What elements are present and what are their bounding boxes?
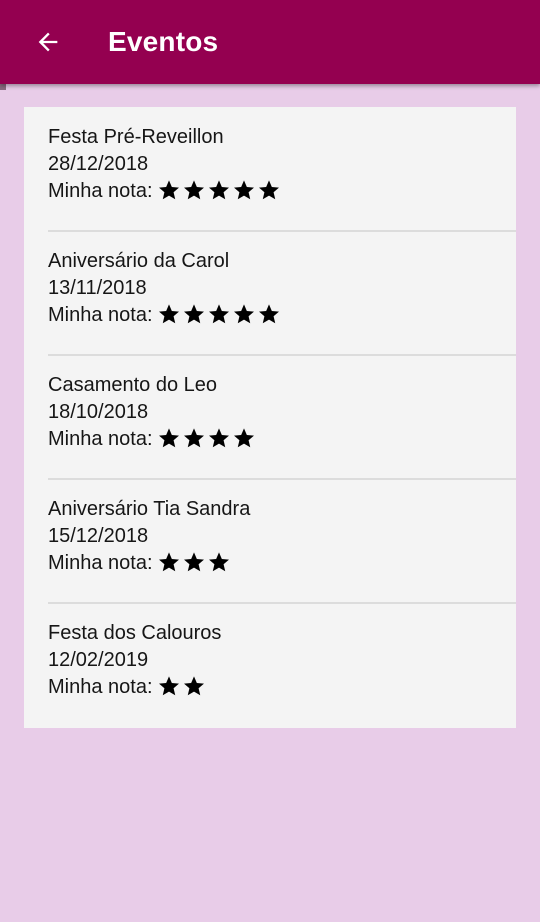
star-icon <box>208 551 230 573</box>
event-list-item[interactable]: Festa dos Calouros 12/02/2019 Minha nota… <box>24 602 516 727</box>
star-icon <box>158 427 180 449</box>
event-name: Festa Pré-Reveillon <box>48 126 224 148</box>
star-icon <box>183 303 205 325</box>
star-icon <box>183 179 205 201</box>
app-bar: Eventos <box>0 0 540 84</box>
star-icon <box>158 303 180 325</box>
rating-label: Minha nota: <box>48 676 153 698</box>
star-icon <box>158 551 180 573</box>
rating-label: Minha nota: <box>48 180 153 202</box>
event-list-item[interactable]: Casamento do Leo 18/10/2018 Minha nota: <box>24 354 516 479</box>
event-list-item[interactable]: Aniversário da Carol 13/11/2018 Minha no… <box>24 230 516 355</box>
event-rating: Minha nota: <box>48 178 516 205</box>
star-icon <box>258 303 280 325</box>
arrow-back-icon <box>34 28 62 56</box>
event-date: 15/12/2018 <box>48 525 149 547</box>
star-icon <box>183 675 205 697</box>
event-list-item[interactable]: Aniversário Tia Sandra 15/12/2018 Minha … <box>24 478 516 603</box>
star-icon <box>233 303 255 325</box>
rating-stars <box>158 675 208 697</box>
event-name: Aniversário Tia Sandra <box>48 498 251 520</box>
rating-stars <box>158 303 283 325</box>
star-icon <box>183 551 205 573</box>
event-rating: Minha nota: <box>48 674 516 701</box>
event-date: 12/02/2019 <box>48 649 149 671</box>
events-card: Festa Pré-Reveillon 28/12/2018 Minha not… <box>24 107 516 728</box>
event-name: Casamento do Leo <box>48 374 218 396</box>
rating-stars <box>158 179 283 201</box>
star-icon <box>183 427 205 449</box>
page-title: Eventos <box>108 26 219 57</box>
back-button[interactable] <box>24 18 72 66</box>
event-rating: Minha nota: <box>48 550 516 577</box>
rating-label: Minha nota: <box>48 428 153 450</box>
event-name: Festa dos Calouros <box>48 622 222 644</box>
rating-stars <box>158 551 233 573</box>
star-icon <box>158 179 180 201</box>
event-name: Aniversário da Carol <box>48 250 230 272</box>
event-date: 18/10/2018 <box>48 401 149 423</box>
event-list-item[interactable]: Festa Pré-Reveillon 28/12/2018 Minha not… <box>24 107 516 231</box>
star-icon <box>208 427 230 449</box>
rating-label: Minha nota: <box>48 552 153 574</box>
rating-stars <box>158 427 258 449</box>
event-rating: Minha nota: <box>48 302 516 329</box>
event-date: 13/11/2018 <box>48 277 147 299</box>
event-rating: Minha nota: <box>48 426 516 453</box>
star-icon <box>233 427 255 449</box>
event-date: 28/12/2018 <box>48 153 149 175</box>
star-icon <box>208 303 230 325</box>
rating-label: Minha nota: <box>48 304 153 326</box>
star-icon <box>158 675 180 697</box>
star-icon <box>208 179 230 201</box>
star-icon <box>233 179 255 201</box>
star-icon <box>258 179 280 201</box>
scroll-indicator <box>0 84 6 90</box>
event-list: Festa Pré-Reveillon 28/12/2018 Minha not… <box>24 107 516 727</box>
